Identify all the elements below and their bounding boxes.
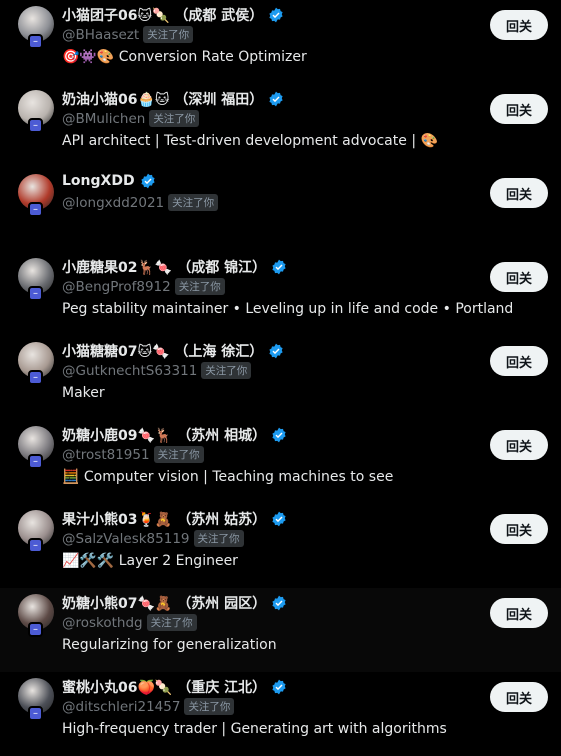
verified-badge-icon (271, 427, 287, 443)
follows-you-badge: 关注了你 (184, 698, 235, 715)
user-name[interactable]: 蜜桃小丸06🍑🍡 （重庆 江北） (62, 677, 266, 697)
user-row[interactable]: – 蜜桃小丸06🍑🍡 （重庆 江北） @ditschleri21457 关注了你… (0, 672, 561, 756)
user-name-line[interactable]: LongXDD (62, 173, 156, 189)
follow-back-button[interactable]: 回关 (490, 346, 548, 376)
user-name[interactable]: 小猫团子06🐱🍡 （成都 武侯） (62, 5, 263, 25)
follow-back-button[interactable]: 回关 (490, 598, 548, 628)
avatar-badge-icon: – (28, 538, 43, 553)
user-bio: High-frequency trader | Generating art w… (62, 721, 447, 737)
follows-you-badge: 关注了你 (168, 194, 219, 211)
avatar-badge-icon: – (28, 370, 43, 385)
handle-line: @BHaasezt 关注了你 (62, 26, 194, 43)
user-name[interactable]: LongXDD (62, 173, 135, 189)
verified-badge-icon (271, 679, 287, 695)
follow-back-button[interactable]: 回关 (490, 262, 548, 292)
user-row[interactable]: – 果汁小熊03🍹🧸 （苏州 姑苏） @SalzValesk85119 关注了你… (0, 504, 561, 588)
user-row[interactable]: – LongXDD @longxdd2021 关注了你 回关 (0, 168, 561, 252)
user-name[interactable]: 小猫糖糖07🐱🍬 （上海 徐汇） (62, 341, 263, 361)
user-name[interactable]: 奶糖小鹿09🍬🦌 （苏州 相城） (62, 425, 266, 445)
handle-line: @trost81951 关注了你 (62, 446, 204, 463)
follow-back-button[interactable]: 回关 (490, 94, 548, 124)
user-handle[interactable]: @roskothdg (62, 615, 143, 631)
user-name-line[interactable]: 奶糖小熊07🍬🧸 （苏州 园区） (62, 593, 287, 613)
avatar-badge-icon: – (28, 706, 43, 721)
user-handle[interactable]: @SalzValesk85119 (62, 531, 190, 547)
user-name[interactable]: 奶糖小熊07🍬🧸 （苏州 园区） (62, 593, 266, 613)
follow-back-button[interactable]: 回关 (490, 430, 548, 460)
user-bio: 🧮 Computer vision | Teaching machines to… (62, 469, 394, 485)
follows-you-badge: 关注了你 (193, 530, 244, 547)
handle-line: @BengProf8912 关注了你 (62, 278, 225, 295)
user-row[interactable]: – 小猫糖糖07🐱🍬 （上海 徐汇） @GutknechtS63311 关注了你… (0, 336, 561, 420)
follower-list: – 小猫团子06🐱🍡 （成都 武侯） @BHaasezt 关注了你 🎯👾🎨 Co… (0, 0, 561, 756)
user-name-line[interactable]: 小猫糖糖07🐱🍬 （上海 徐汇） (62, 341, 284, 361)
user-handle[interactable]: @BHaasezt (62, 27, 139, 43)
user-name[interactable]: 小鹿糖果02🦌🍬 （成都 锦江） (62, 257, 266, 277)
handle-line: @GutknechtS63311 关注了你 (62, 362, 252, 379)
user-name-line[interactable]: 蜜桃小丸06🍑🍡 （重庆 江北） (62, 677, 287, 697)
user-bio: 🎯👾🎨 Conversion Rate Optimizer (62, 49, 307, 65)
user-handle[interactable]: @BengProf8912 (62, 279, 171, 295)
user-row[interactable]: – 小鹿糖果02🦌🍬 （成都 锦江） @BengProf8912 关注了你 Pe… (0, 252, 561, 336)
user-name[interactable]: 奶油小猫06🧁🐱 （深圳 福田） (62, 89, 263, 109)
user-handle[interactable]: @trost81951 (62, 447, 150, 463)
handle-line: @longxdd2021 关注了你 (62, 194, 219, 211)
user-handle[interactable]: @longxdd2021 (62, 195, 164, 211)
avatar-badge-icon: – (28, 622, 43, 637)
follow-back-button[interactable]: 回关 (490, 682, 548, 712)
verified-badge-icon (271, 511, 287, 527)
user-row[interactable]: – 奶油小猫06🧁🐱 （深圳 福田） @BMulichen 关注了你 API a… (0, 84, 561, 168)
handle-line: @ditschleri21457 关注了你 (62, 698, 235, 715)
follows-you-badge: 关注了你 (149, 110, 200, 127)
verified-badge-icon (271, 259, 287, 275)
verified-badge-icon (268, 343, 284, 359)
follows-you-badge: 关注了你 (201, 362, 252, 379)
user-bio: Maker (62, 385, 105, 401)
verified-badge-icon (268, 91, 284, 107)
follows-you-badge: 关注了你 (146, 614, 197, 631)
user-handle[interactable]: @BMulichen (62, 111, 145, 127)
verified-badge-icon (271, 595, 287, 611)
user-bio: Peg stability maintainer • Leveling up i… (62, 301, 514, 317)
user-bio: 📈🛠️🛠️ Layer 2 Engineer (62, 553, 238, 569)
user-handle[interactable]: @ditschleri21457 (62, 699, 180, 715)
follow-back-button[interactable]: 回关 (490, 514, 548, 544)
user-handle[interactable]: @GutknechtS63311 (62, 363, 197, 379)
user-name-line[interactable]: 奶油小猫06🧁🐱 （深圳 福田） (62, 89, 284, 109)
user-name-line[interactable]: 果汁小熊03🍹🧸 （苏州 姑苏） (62, 509, 287, 529)
follows-you-badge: 关注了你 (143, 26, 194, 43)
user-row[interactable]: – 奶糖小熊07🍬🧸 （苏州 园区） @roskothdg 关注了你 Regul… (0, 588, 561, 672)
handle-line: @SalzValesk85119 关注了你 (62, 530, 244, 547)
verified-badge-icon (268, 7, 284, 23)
avatar-badge-icon: – (28, 454, 43, 469)
verified-badge-icon (140, 173, 156, 189)
avatar-badge-icon: – (28, 286, 43, 301)
user-name-line[interactable]: 奶糖小鹿09🍬🦌 （苏州 相城） (62, 425, 287, 445)
user-name-line[interactable]: 小鹿糖果02🦌🍬 （成都 锦江） (62, 257, 287, 277)
handle-line: @roskothdg 关注了你 (62, 614, 197, 631)
user-bio: API architect | Test-driven development … (62, 133, 438, 149)
follows-you-badge: 关注了你 (153, 446, 204, 463)
avatar-badge-icon: – (28, 34, 43, 49)
user-name-line[interactable]: 小猫团子06🐱🍡 （成都 武侯） (62, 5, 284, 25)
follow-back-button[interactable]: 回关 (490, 10, 548, 40)
avatar-badge-icon: – (28, 118, 43, 133)
user-bio: Regularizing for generalization (62, 637, 277, 653)
user-row[interactable]: – 奶糖小鹿09🍬🦌 （苏州 相城） @trost81951 关注了你 🧮 Co… (0, 420, 561, 504)
avatar-badge-icon: – (28, 202, 43, 217)
user-row[interactable]: – 小猫团子06🐱🍡 （成都 武侯） @BHaasezt 关注了你 🎯👾🎨 Co… (0, 0, 561, 84)
follows-you-badge: 关注了你 (174, 278, 225, 295)
user-name[interactable]: 果汁小熊03🍹🧸 （苏州 姑苏） (62, 509, 266, 529)
handle-line: @BMulichen 关注了你 (62, 110, 200, 127)
follow-back-button[interactable]: 回关 (490, 178, 548, 208)
